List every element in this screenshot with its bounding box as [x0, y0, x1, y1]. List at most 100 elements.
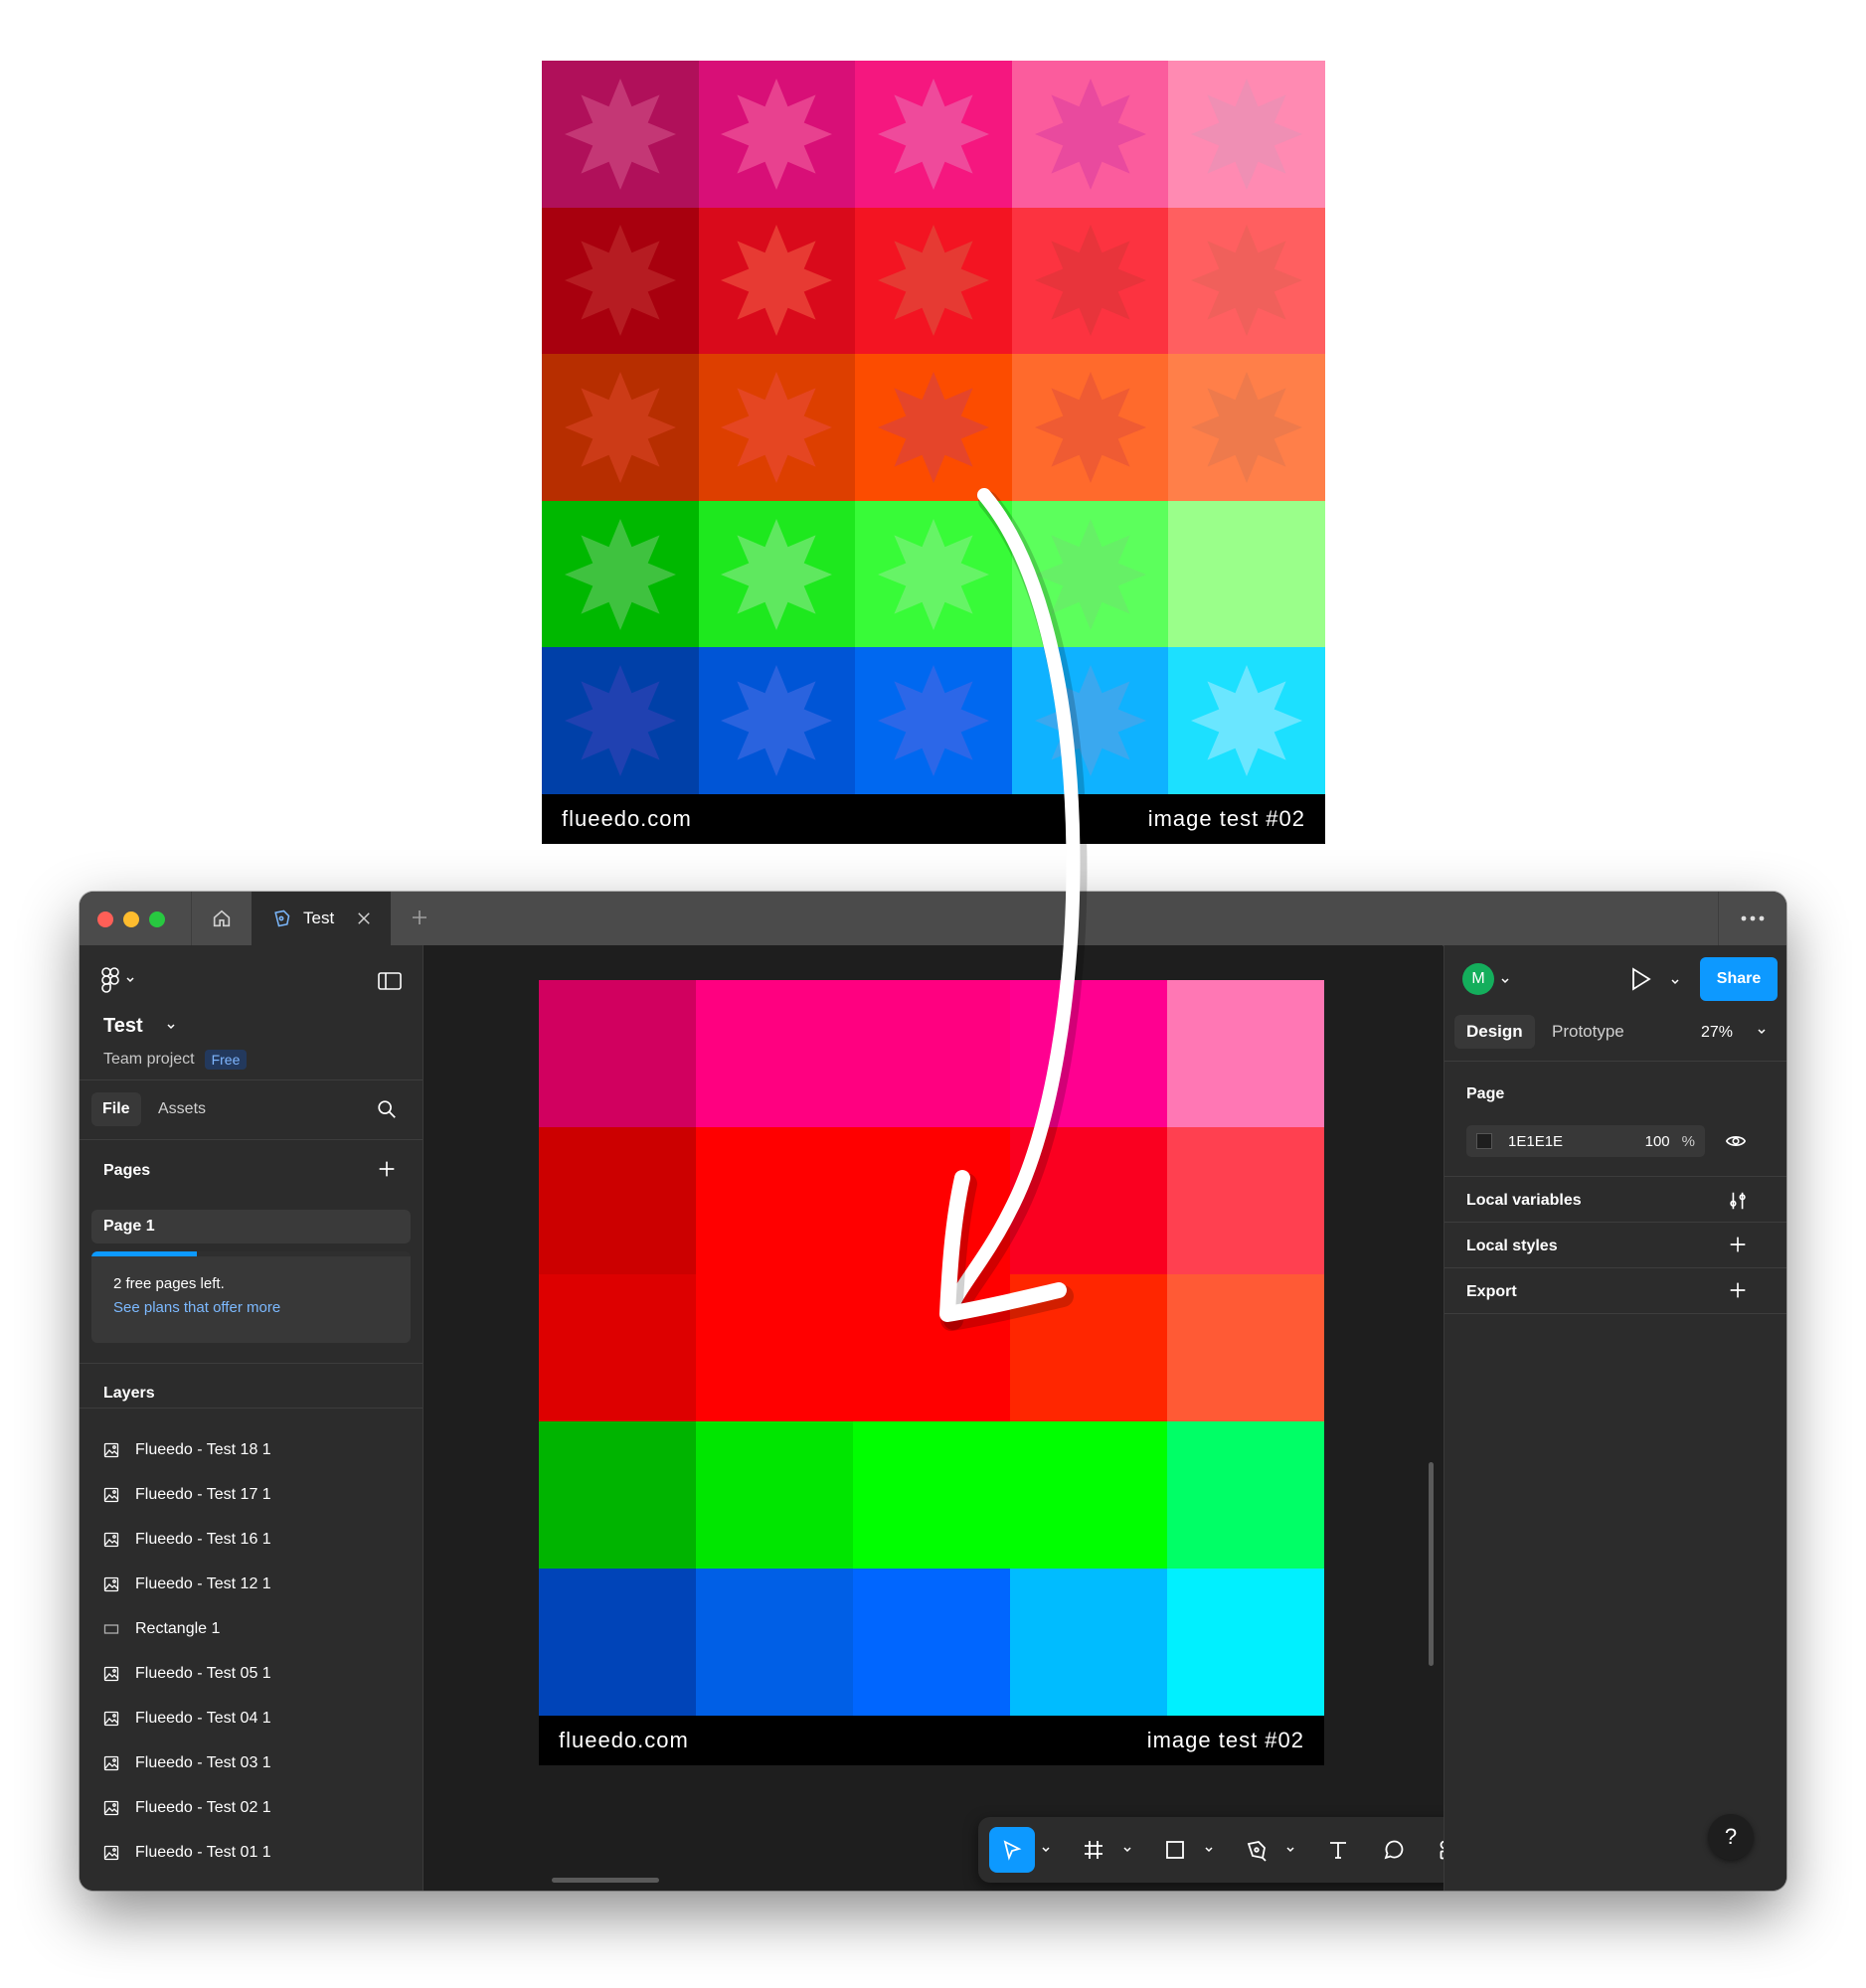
layer-item[interactable]: Rectangle 1 [103, 1614, 220, 1644]
star-icon [564, 225, 676, 337]
present-menu[interactable] [1670, 974, 1680, 992]
layer-item[interactable]: Flueedo - Test 16 1 [103, 1525, 271, 1555]
main-menu-button[interactable] [101, 967, 135, 993]
open-variables-button[interactable] [1727, 1190, 1749, 1217]
star-icon [721, 371, 833, 483]
avatar-menu[interactable] [1500, 973, 1510, 991]
star-icon [1191, 371, 1303, 483]
layer-item[interactable]: Flueedo - Test 01 1 [103, 1838, 271, 1868]
canvas-cell [1010, 1421, 1167, 1569]
star-icon [564, 518, 676, 630]
home-button[interactable] [191, 892, 253, 945]
page-color-hex[interactable]: 1E1E1E [1508, 1133, 1645, 1150]
tab-prototype[interactable]: Prototype [1540, 1015, 1636, 1049]
reference-cell [1168, 647, 1325, 794]
help-button[interactable]: ? [1708, 1814, 1754, 1860]
reference-cell [542, 61, 699, 208]
reference-image: flueedo.com image test #02 [542, 61, 1325, 844]
star-icon [1191, 665, 1303, 777]
reference-cell [855, 207, 1012, 355]
maximize-window-button[interactable] [149, 911, 165, 927]
avatar[interactable]: M [1462, 963, 1494, 995]
layer-name: Flueedo - Test 02 1 [135, 1799, 271, 1816]
add-page-button[interactable] [376, 1158, 398, 1185]
layer-item[interactable]: Flueedo - Test 17 1 [103, 1480, 271, 1510]
star-icon [1191, 78, 1303, 190]
promo-text: 2 free pages left. [113, 1275, 225, 1292]
star-icon [1034, 665, 1146, 777]
page-opacity[interactable]: 100 [1645, 1133, 1670, 1150]
reference-footer-right: image test #02 [1147, 806, 1305, 831]
plus-icon [413, 911, 426, 924]
file-tab[interactable]: Test [252, 892, 391, 945]
toggle-sidebar-button[interactable] [378, 971, 402, 996]
tab-assets[interactable]: Assets [147, 1092, 217, 1126]
close-tab-icon[interactable] [355, 910, 373, 927]
frame-tool-button[interactable] [1071, 1827, 1116, 1873]
canvas-footer-right: image test #02 [1146, 1728, 1304, 1752]
new-tab-button[interactable] [408, 906, 431, 934]
horizontal-scrollbar[interactable] [552, 1878, 659, 1883]
text-tool-button[interactable] [1315, 1827, 1361, 1873]
chevron-down-icon [1758, 1029, 1767, 1035]
image-icon [103, 1487, 119, 1503]
canvas-cell [1010, 1274, 1167, 1421]
comment-tool-button[interactable] [1371, 1827, 1417, 1873]
canvas-cell [853, 1274, 1010, 1421]
canvas-cell [539, 980, 696, 1127]
star-icon [721, 225, 833, 337]
layer-item[interactable]: Flueedo - Test 03 1 [103, 1748, 271, 1778]
share-button[interactable]: Share [1700, 957, 1778, 1001]
frame-tool-menu[interactable] [1116, 1845, 1138, 1855]
layer-item[interactable]: Flueedo - Test 18 1 [103, 1435, 271, 1465]
pen-tool-button[interactable] [1234, 1827, 1279, 1873]
search-button[interactable] [376, 1098, 398, 1125]
canvas-cell [853, 1127, 1010, 1274]
page-color-field[interactable]: 1E1E1E 100 % [1466, 1125, 1705, 1157]
close-window-button[interactable] [97, 911, 113, 927]
local-variables-label[interactable]: Local variables [1466, 1192, 1582, 1210]
free-pages-promo: 2 free pages left. See plans that offer … [91, 1251, 411, 1343]
canvas-image-frame[interactable]: flueedo.com image test #02 [539, 980, 1324, 1765]
star-icon [1034, 371, 1146, 483]
add-style-button[interactable] [1727, 1234, 1749, 1260]
move-tool-menu[interactable] [1035, 1845, 1057, 1855]
zoom-level[interactable]: 27% [1701, 1024, 1767, 1042]
canvas-cell [1167, 1127, 1324, 1274]
canvas-image-footer: flueedo.com image test #02 [539, 1716, 1324, 1765]
vertical-scrollbar[interactable] [1429, 1462, 1434, 1666]
text-t-icon [1330, 1842, 1346, 1859]
minimize-window-button[interactable] [123, 911, 139, 927]
tab-file[interactable]: File [91, 1092, 141, 1126]
layer-name: Flueedo - Test 03 1 [135, 1754, 271, 1771]
layer-item[interactable]: Flueedo - Test 12 1 [103, 1570, 271, 1599]
see-plans-link[interactable]: See plans that offer more [113, 1299, 280, 1316]
image-icon [103, 1711, 119, 1727]
star-icon [877, 665, 989, 777]
reference-cell [698, 354, 856, 501]
move-tool-button[interactable] [989, 1827, 1035, 1873]
toggle-visibility-button[interactable] [1725, 1130, 1747, 1157]
present-button[interactable] [1630, 967, 1652, 996]
plus-icon [379, 1161, 395, 1177]
tab-design[interactable]: Design [1454, 1015, 1535, 1049]
layer-item[interactable]: Flueedo - Test 05 1 [103, 1659, 271, 1689]
plus-icon [1730, 1237, 1746, 1252]
plan-badge[interactable]: Free [204, 1050, 248, 1070]
page-item-page-1[interactable]: Page 1 [91, 1210, 411, 1243]
image-icon [103, 1755, 119, 1771]
page-color-swatch[interactable] [1476, 1133, 1492, 1149]
layer-item[interactable]: Flueedo - Test 04 1 [103, 1704, 271, 1734]
reference-cell [1168, 61, 1325, 208]
project-title-button[interactable]: Test [103, 1015, 176, 1038]
reference-cell [1011, 61, 1169, 208]
pen-tool-menu[interactable] [1279, 1845, 1301, 1855]
shape-tool-menu[interactable] [1198, 1845, 1220, 1855]
rectangle-icon [1166, 1841, 1184, 1859]
shape-tool-button[interactable] [1152, 1827, 1198, 1873]
more-options-button[interactable] [1718, 892, 1786, 945]
layer-item[interactable]: Flueedo - Test 02 1 [103, 1793, 271, 1823]
add-export-button[interactable] [1727, 1279, 1749, 1306]
star-icon [877, 371, 989, 483]
canvas[interactable]: flueedo.com image test #02 [424, 945, 1577, 1891]
